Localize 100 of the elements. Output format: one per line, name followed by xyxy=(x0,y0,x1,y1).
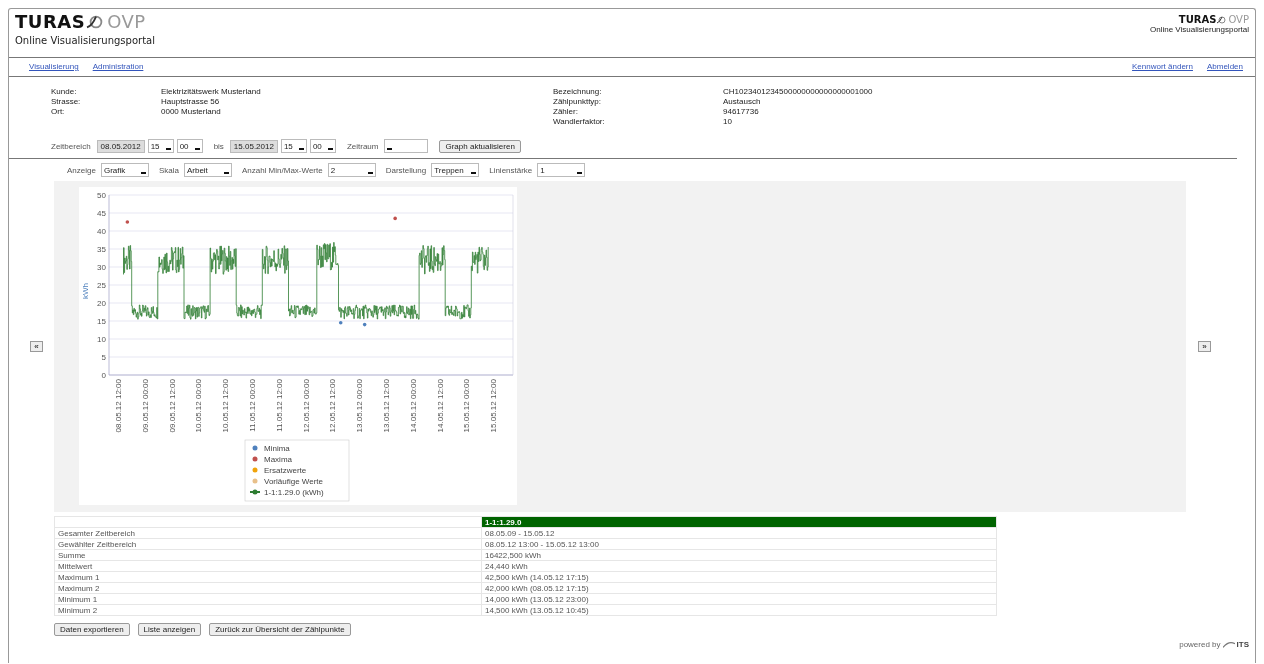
table-cell: Summe xyxy=(54,549,482,561)
legend-label: Maxima xyxy=(264,455,292,464)
minute-select[interactable]: 00 xyxy=(309,139,336,153)
table-cell: 08.05.12 13:00 - 15.05.12 13:00 xyxy=(481,538,997,550)
y-tick-label: 40 xyxy=(97,227,106,236)
portal-subtitle: Online Visualisierungsportal xyxy=(15,35,155,46)
x-tick-label: 15.05.12 12:00 xyxy=(489,379,499,433)
info-value: Hauptstrasse 56 xyxy=(161,97,221,106)
table-cell: 14,500 kWh (13.05.12 10:45) xyxy=(481,604,997,616)
table-cell: Minimum 2 xyxy=(54,604,482,616)
x-tick-label: 10.05.12 12:00 xyxy=(221,379,231,433)
small-subtitle: Online Visualisierungsportal xyxy=(1149,25,1249,34)
y-tick-label: 15 xyxy=(97,317,106,326)
update-graph-button[interactable]: Graph aktualisieren xyxy=(439,139,521,153)
table-cell: Gesamter Zeitbereich xyxy=(54,527,482,539)
nav-link[interactable]: Abmelden xyxy=(1206,62,1243,76)
period-label: Zeitraum xyxy=(346,141,379,151)
option-select[interactable]: 1 xyxy=(537,163,586,177)
option-select[interactable]: Arbeit xyxy=(183,163,232,177)
table-cell: Mittelwert xyxy=(54,560,482,572)
table-cell: Gewählter Zeitbereich xyxy=(54,538,482,550)
option-label: Linienstärke xyxy=(489,165,533,175)
date-field[interactable]: 15.05.2012 xyxy=(229,139,278,153)
table-cell: 24,440 kWh xyxy=(481,560,997,572)
info-value: 94617736 xyxy=(723,107,760,116)
y-tick-label: 20 xyxy=(97,299,106,308)
y-tick-label: 35 xyxy=(97,245,106,254)
option-label: Skala xyxy=(158,165,179,175)
option-label: Anzeige xyxy=(67,165,96,175)
info-value: 10 xyxy=(723,117,733,126)
legend-label: 1-1:1.29.0 (kWh) xyxy=(264,488,324,497)
x-tick-label: 08.05.12 12:00 xyxy=(114,379,123,433)
legend-label: Vorläufige Werte xyxy=(264,477,323,486)
info-value: Elektrizitätswerk Musterland xyxy=(161,87,262,96)
option-label: Darstellung xyxy=(385,165,427,175)
option-select[interactable]: 2 xyxy=(327,163,376,177)
x-tick-label: 12.05.12 12:00 xyxy=(328,379,338,433)
legend-label: Minima xyxy=(264,444,290,453)
legend-label: Ersatzwerte xyxy=(264,466,307,475)
x-tick-label: 14.05.12 00:00 xyxy=(408,379,418,433)
hour-select[interactable]: 15 xyxy=(280,139,307,153)
y-tick-label: 50 xyxy=(97,191,106,200)
period-select[interactable] xyxy=(384,139,429,153)
info-label: Kunde: xyxy=(51,87,78,96)
x-tick-label: 15.05.12 00:00 xyxy=(462,379,472,433)
option-label: Anzahl Min/Max-Werte xyxy=(241,165,323,175)
table-cell: Minimum 1 xyxy=(54,593,482,605)
info-label: Wandlerfaktor: xyxy=(553,117,606,126)
info-label: Strasse: xyxy=(51,97,82,106)
info-label: Bezeichnung: xyxy=(553,87,603,96)
x-tick-label: 13.05.12 12:00 xyxy=(382,379,391,433)
info-label: Zählpunkttyp: xyxy=(553,97,603,106)
y-tick-label: 5 xyxy=(101,353,106,362)
option-select[interactable]: Treppen xyxy=(431,163,480,177)
minute-select[interactable]: 00 xyxy=(176,139,203,153)
logo: TURAS OVP xyxy=(15,12,147,32)
x-tick-label: 09.05.12 00:00 xyxy=(140,379,150,433)
y-tick-label: 0 xyxy=(101,371,106,380)
x-tick-label: 11.05.12 12:00 xyxy=(274,379,284,432)
table-cell: Maximum 1 xyxy=(54,571,482,583)
y-tick-label: 25 xyxy=(97,281,106,290)
y-tick-label: 30 xyxy=(97,263,106,272)
table-cell: 08.05.09 - 15.05.12 xyxy=(481,527,997,539)
info-value: Austausch xyxy=(723,97,762,106)
footer-brand: ITS xyxy=(1236,640,1249,649)
small-logo: TURAS OVP xyxy=(1177,14,1249,25)
x-tick-label: 12.05.12 00:00 xyxy=(301,379,311,433)
x-tick-label: 09.05.12 12:00 xyxy=(167,379,177,433)
hour-select[interactable]: 15 xyxy=(147,139,174,153)
swoosh-icon xyxy=(1222,640,1235,649)
swirl-icon xyxy=(1216,14,1229,25)
x-tick-label: 10.05.12 00:00 xyxy=(194,379,204,433)
info-label: Ort: xyxy=(51,107,66,116)
action-button[interactable]: Liste anzeigen xyxy=(137,623,202,636)
column-header: 1-1:1.29.0 xyxy=(481,516,997,528)
option-select[interactable]: Grafik xyxy=(100,163,149,177)
info-value: 0000 Musterland xyxy=(161,107,222,116)
x-tick-label: 11.05.12 00:00 xyxy=(248,379,257,432)
powered-by-text: powered by xyxy=(1179,640,1221,649)
info-value: CH1023401234500000000000000001000 xyxy=(723,87,874,96)
nav-link[interactable]: Administration xyxy=(92,62,144,76)
previous-button[interactable]: « xyxy=(30,341,43,352)
table-cell: 16422,500 kWh xyxy=(481,549,997,561)
table-cell: 42,000 kWh (08.05.12 17:15) xyxy=(481,582,997,594)
date-field[interactable]: 08.05.2012 xyxy=(96,139,145,153)
action-button[interactable]: Zurück zur Übersicht der Zählpunkte xyxy=(209,623,351,636)
x-tick-label: 14.05.12 12:00 xyxy=(435,379,445,433)
range-label: Zeitbereich xyxy=(51,141,91,151)
to-label: bis xyxy=(213,141,224,151)
table-cell: 42,500 kWh (14.05.12 17:15) xyxy=(481,571,997,583)
action-button[interactable]: Daten exportieren xyxy=(54,623,130,636)
next-button[interactable]: » xyxy=(1198,341,1211,352)
table-cell: Maximum 2 xyxy=(54,582,482,594)
info-label: Zähler: xyxy=(553,107,579,116)
y-tick-label: 45 xyxy=(97,209,106,218)
x-tick-label: 13.05.12 00:00 xyxy=(355,379,365,433)
nav-link[interactable]: Visualisierung xyxy=(29,62,79,76)
table-cell: 14,000 kWh (13.05.12 23:00) xyxy=(481,593,997,605)
nav-link[interactable]: Kennwort ändern xyxy=(1132,62,1193,76)
y-tick-label: 10 xyxy=(97,335,106,344)
